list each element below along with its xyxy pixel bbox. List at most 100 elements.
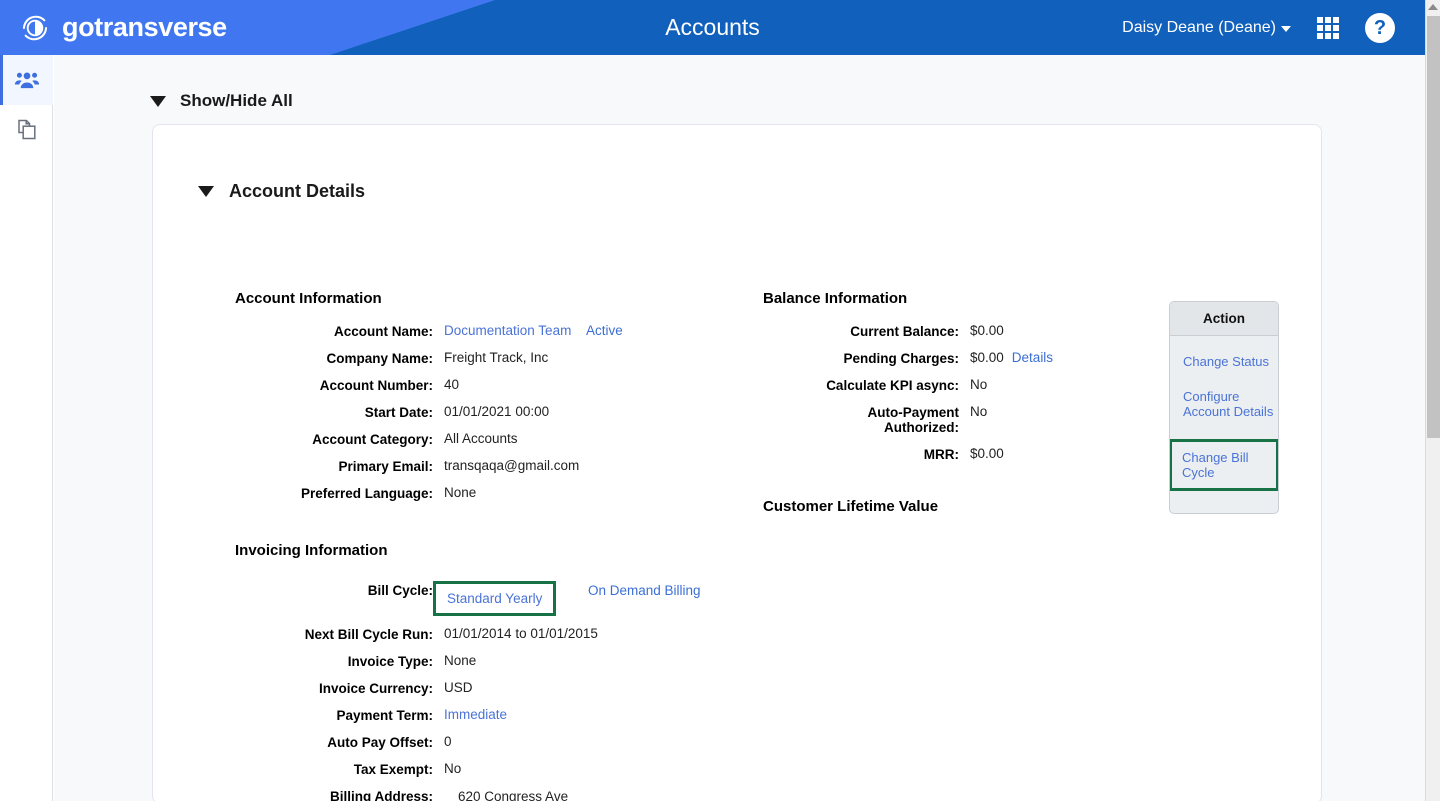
field-mrr: MRR: $0.00 bbox=[763, 446, 1163, 462]
help-icon[interactable]: ? bbox=[1365, 12, 1395, 43]
pending-charges-details-link[interactable]: Details bbox=[1004, 350, 1053, 365]
account-information-block: Account Information Account Name: Docume… bbox=[235, 290, 675, 512]
field-value: USD bbox=[444, 680, 473, 695]
field-label: Preferred Language: bbox=[300, 486, 433, 501]
field-label: Pending Charges: bbox=[843, 351, 959, 366]
field-account-name: Account Name: Documentation Team Active bbox=[235, 323, 675, 339]
action-panel-title: Action bbox=[1170, 302, 1278, 336]
copy-documents-icon bbox=[17, 119, 36, 140]
field-bill-cycle: Bill Cycle: Standard Yearly On Demand Bi… bbox=[235, 575, 755, 616]
user-menu[interactable]: Daisy Deane (Deane) bbox=[1122, 19, 1291, 37]
field-preferred-language: Preferred Language: None bbox=[235, 485, 675, 501]
field-label: Auto Pay Offset: bbox=[327, 735, 433, 750]
field-label: Billing Address: bbox=[329, 789, 433, 801]
field-billing-address: Billing Address: 620 Congress Ave Suite … bbox=[235, 788, 755, 801]
field-value: No bbox=[444, 761, 462, 776]
chevron-down-icon bbox=[1281, 26, 1291, 32]
left-sidebar bbox=[0, 55, 53, 801]
action-panel-body: Change Status Configure Account Details … bbox=[1170, 336, 1278, 513]
help-icon-glyph: ? bbox=[1373, 16, 1387, 39]
field-label: Account Number: bbox=[319, 378, 433, 393]
account-name-link[interactable]: Documentation Team bbox=[433, 323, 593, 338]
field-label: Company Name: bbox=[326, 351, 433, 366]
field-value: 01/01/2014 to 01/01/2015 bbox=[444, 626, 598, 641]
field-value: 01/01/2021 00:00 bbox=[444, 404, 550, 419]
account-details-title: Account Details bbox=[229, 181, 366, 201]
field-value: No bbox=[970, 404, 988, 419]
field-invoice-currency: Invoice Currency: USD bbox=[235, 680, 755, 696]
customer-lifetime-value-title: Customer Lifetime Value bbox=[763, 498, 939, 515]
field-label: MRR: bbox=[923, 447, 959, 462]
field-account-category: Account Category: All Accounts bbox=[235, 431, 675, 447]
app-header: gotransverse Accounts Daisy Deane (Deane… bbox=[0, 0, 1425, 55]
apps-grid-icon[interactable] bbox=[1317, 16, 1339, 39]
user-menu-label: Daisy Deane (Deane) bbox=[1122, 18, 1276, 36]
action-panel: Action Change Status Configure Account D… bbox=[1169, 301, 1279, 514]
field-label: Account Name: bbox=[333, 324, 433, 339]
field-label: Account Category: bbox=[312, 432, 433, 447]
scroll-up-arrow-icon[interactable] bbox=[1428, 4, 1438, 10]
account-status-link[interactable]: Active bbox=[575, 323, 623, 338]
field-label: Next Bill Cycle Run: bbox=[304, 627, 433, 642]
field-invoice-type: Invoice Type: None bbox=[235, 653, 755, 669]
field-value: All Accounts bbox=[444, 431, 518, 446]
field-value: transqaqa@gmail.com bbox=[444, 458, 580, 473]
people-group-icon bbox=[14, 72, 39, 89]
scrollbar-thumb[interactable] bbox=[1427, 16, 1440, 438]
field-label: Calculate KPI async: bbox=[826, 378, 959, 393]
show-hide-all-toggle[interactable]: Show/Hide All bbox=[54, 55, 1425, 111]
field-label: Payment Term: bbox=[336, 708, 433, 723]
account-information-title: Account Information bbox=[235, 290, 382, 307]
field-primary-email: Primary Email: transqaqa@gmail.com bbox=[235, 458, 675, 474]
field-value: 620 Congress Ave Suite 2800 Austin, TX 7… bbox=[458, 789, 569, 801]
page-scrollbar[interactable] bbox=[1425, 0, 1440, 801]
field-label: Invoice Currency: bbox=[318, 681, 433, 696]
triangle-down-icon[interactable] bbox=[198, 186, 214, 197]
field-pending-charges: Pending Charges: $0.00 Details bbox=[763, 350, 1163, 366]
account-details-card: Account Details Account Information Acco… bbox=[152, 124, 1322, 801]
action-configure-account-details[interactable]: Configure Account Details bbox=[1170, 389, 1278, 419]
header-actions: Daisy Deane (Deane) ? bbox=[1122, 0, 1425, 55]
sidebar-item-accounts[interactable] bbox=[0, 55, 53, 105]
field-account-number: Account Number: 40 bbox=[235, 377, 675, 393]
brand-name: gotransverse bbox=[62, 12, 227, 42]
invoicing-information-block: Invoicing Information Bill Cycle: Standa… bbox=[235, 542, 755, 801]
balance-information-block: Balance Information Current Balance: $0.… bbox=[763, 290, 1163, 531]
field-label: Start Date: bbox=[364, 405, 433, 420]
gotransverse-logo-icon bbox=[22, 15, 48, 40]
field-label: Invoice Type: bbox=[347, 654, 433, 669]
bill-cycle-link[interactable]: Standard Yearly bbox=[433, 581, 557, 616]
field-label: Auto-Payment Authorized: bbox=[867, 405, 959, 435]
sidebar-item-documents[interactable] bbox=[0, 105, 53, 155]
field-label: Bill Cycle: bbox=[367, 583, 433, 598]
field-label: Current Balance: bbox=[850, 324, 959, 339]
field-value: None bbox=[444, 653, 477, 668]
field-label: Primary Email: bbox=[338, 459, 433, 474]
field-value: $0.00 bbox=[970, 323, 1004, 338]
field-payment-term: Payment Term: Immediate bbox=[235, 707, 755, 723]
field-company-name: Company Name: Freight Track, Inc bbox=[235, 350, 675, 366]
payment-term-link[interactable]: Immediate bbox=[433, 707, 507, 722]
field-value: No bbox=[970, 377, 988, 392]
field-auto-payment-authorized: Auto-Payment Authorized: No bbox=[763, 404, 1163, 435]
action-change-status[interactable]: Change Status bbox=[1170, 354, 1278, 369]
account-details-toggle[interactable]: Account Details bbox=[153, 125, 1321, 202]
field-auto-pay-offset: Auto Pay Offset: 0 bbox=[235, 734, 755, 750]
field-value: 40 bbox=[444, 377, 460, 392]
action-change-bill-cycle[interactable]: Change Bill Cycle bbox=[1170, 439, 1278, 491]
on-demand-billing-link[interactable]: On Demand Billing bbox=[577, 575, 701, 598]
field-current-balance: Current Balance: $0.00 bbox=[763, 323, 1163, 339]
field-value: None bbox=[444, 485, 477, 500]
triangle-down-icon[interactable] bbox=[150, 95, 166, 107]
field-label: Tax Exempt: bbox=[353, 762, 433, 777]
field-start-date: Start Date: 01/01/2021 00:00 bbox=[235, 404, 675, 420]
field-value: 0 bbox=[444, 734, 452, 749]
balance-information-title: Balance Information bbox=[763, 290, 908, 307]
field-value: $0.00 bbox=[970, 350, 1004, 365]
show-hide-all-label: Show/Hide All bbox=[180, 91, 293, 110]
field-value: $0.00 bbox=[970, 446, 1004, 461]
brand-area[interactable]: gotransverse bbox=[0, 0, 227, 55]
field-value: Freight Track, Inc bbox=[444, 350, 549, 365]
field-tax-exempt: Tax Exempt: No bbox=[235, 761, 755, 777]
field-calculate-kpi-async: Calculate KPI async: No bbox=[763, 377, 1163, 393]
